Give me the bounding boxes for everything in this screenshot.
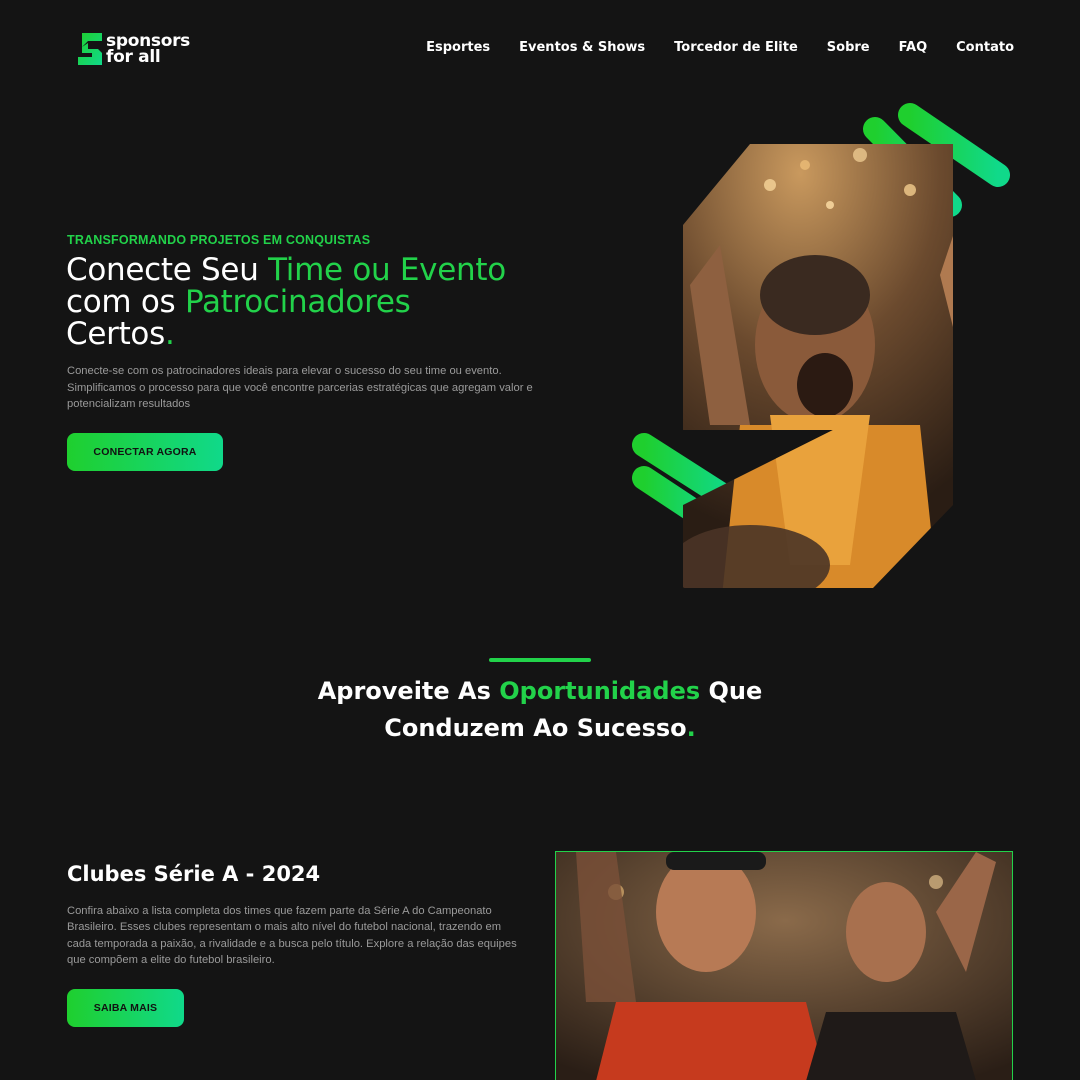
hero-title: Conecte Seu Time ou Evento com os Patroci… xyxy=(66,254,546,350)
nav-link-contato[interactable]: Contato xyxy=(956,40,1014,55)
nav-link-eventos-shows[interactable]: Eventos & Shows xyxy=(519,40,645,55)
nav-link-esportes[interactable]: Esportes xyxy=(426,40,490,55)
main-nav: Esportes Eventos & Shows Torcedor de Eli… xyxy=(426,40,1014,55)
logo-s-icon xyxy=(78,33,102,65)
hero-description: Conecte-se com os patrocinadores ideais … xyxy=(67,365,533,410)
hero-title-part-2: com os xyxy=(66,284,185,320)
opportunities-title-dot: . xyxy=(686,714,696,742)
nav-link-sobre[interactable]: Sobre xyxy=(827,40,870,55)
logo-wordmark: sponsors for all xyxy=(106,33,190,67)
clubs-fans-image xyxy=(555,851,1013,1080)
logo-line-2: for all xyxy=(106,47,161,67)
top-navigation-bar: sponsors for all Esportes Eventos & Show… xyxy=(0,0,1080,100)
fans-photo-illustration xyxy=(556,852,1012,1080)
opportunities-title-highlight: Oportunidades xyxy=(499,677,701,705)
opportunities-title-part-1: Aproveite As xyxy=(317,677,500,705)
hero-title-dot: . xyxy=(164,316,175,352)
learn-more-button[interactable]: SAIBA MAIS xyxy=(67,989,184,1027)
hero-eyebrow: TRANSFORMANDO PROJETOS EM CONQUISTAS xyxy=(67,233,371,247)
sponsors-for-all-logo[interactable]: sponsors for all xyxy=(76,28,196,70)
clubs-description: Confira abaixo a lista completa dos time… xyxy=(67,905,517,966)
hero-title-highlight-2: Patrocinadores xyxy=(184,284,411,320)
nav-link-faq[interactable]: FAQ xyxy=(899,40,928,55)
opportunities-title-part-3: Conduzem Ao Sucesso xyxy=(384,714,687,742)
hero-title-part-3: Certos xyxy=(66,316,165,352)
nav-link-torcedor-de-elite[interactable]: Torcedor de Elite xyxy=(674,40,798,55)
hero-title-highlight-1: Time ou Evento xyxy=(268,252,506,288)
section-divider xyxy=(489,658,591,662)
opportunities-title: Aproveite As Oportunidades Que Conduzem A… xyxy=(240,673,840,747)
hero-fan-image xyxy=(632,103,1010,590)
opportunities-title-part-2: Que xyxy=(700,677,763,705)
hero-title-part-1: Conecte Seu xyxy=(66,252,269,288)
clubs-title: Clubes Série A - 2024 xyxy=(67,862,321,886)
connect-now-button[interactable]: CONECTAR AGORA xyxy=(67,433,223,471)
